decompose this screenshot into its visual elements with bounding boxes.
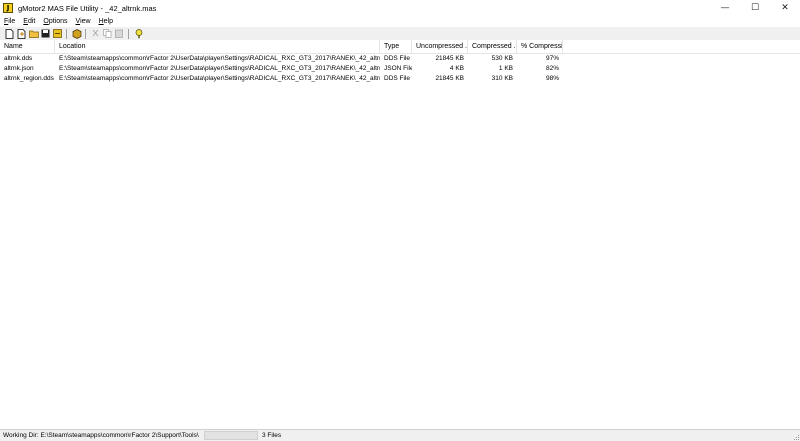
status-working-dir: Working Dir: E:\Steam\steamapps\common\r… <box>3 432 199 439</box>
cell-name: altrnk_region.dds <box>4 75 54 82</box>
cut-button[interactable] <box>90 28 101 39</box>
save-button[interactable] <box>40 28 51 39</box>
status-progress-pane <box>204 431 258 440</box>
cell-location: E:\Steam\steamapps\common\rFactor 2\User… <box>59 55 380 62</box>
paste-button[interactable] <box>114 28 125 39</box>
cell-uncompressed: 4 KB <box>449 65 464 72</box>
minimize-button[interactable]: — <box>710 0 740 16</box>
toolbar-separator <box>85 28 86 39</box>
cell-compression: 98% <box>545 75 559 82</box>
paste-icon <box>115 29 123 38</box>
toolbar-separator <box>128 28 129 39</box>
menu-view-label: View <box>75 18 91 25</box>
close-icon: ✕ <box>781 3 789 13</box>
cell-location: E:\Steam\steamapps\common\rFactor 2\User… <box>59 75 380 82</box>
cell-type: JSON File <box>384 65 412 72</box>
new-file-icon <box>5 28 14 39</box>
toolbar <box>0 27 800 41</box>
help-icon <box>135 28 142 38</box>
file-list[interactable]: Name Location Type Uncompressed ... Comp… <box>0 40 800 429</box>
cell-name: altrnk.json <box>4 65 34 72</box>
menu-options-label: Options <box>43 18 68 25</box>
menu-options[interactable]: Options <box>39 18 71 25</box>
copy-button[interactable] <box>102 28 113 39</box>
open-button[interactable] <box>28 28 39 39</box>
cell-compression: 82% <box>545 65 559 72</box>
column-header-type[interactable]: Type <box>380 40 412 53</box>
menu-help-label: Help <box>98 18 113 25</box>
menu-file-label: File <box>4 18 16 25</box>
cell-uncompressed: 21845 KB <box>435 75 464 82</box>
cell-uncompressed: 21845 KB <box>435 55 464 62</box>
cell-type: DDS File <box>384 75 411 82</box>
toolbar-separator <box>66 28 67 39</box>
menu-view[interactable]: View <box>72 18 95 25</box>
menu-file[interactable]: File <box>0 18 19 25</box>
maximize-icon: ☐ <box>750 3 760 13</box>
cell-compression: 97% <box>545 55 559 62</box>
status-bar: Working Dir: E:\Steam\steamapps\common\r… <box>0 429 800 441</box>
status-file-count: 3 Files <box>262 432 282 439</box>
table-row[interactable]: altrnk_region.dds E:\Steam\steamapps\com… <box>0 74 800 84</box>
table-row[interactable]: altrnk.json E:\Steam\steamapps\common\rF… <box>0 64 800 74</box>
title-bar[interactable]: J gMotor2 MAS File Utility - _42_altrnk.… <box>0 0 800 16</box>
cell-type: DDS File <box>384 55 411 62</box>
menu-bar: File Edit Options View Help <box>0 16 800 27</box>
add-file-button[interactable] <box>16 28 27 39</box>
app-icon: J <box>3 3 13 13</box>
cell-compressed: 530 KB <box>491 55 513 62</box>
column-header-location[interactable]: Location <box>55 40 380 53</box>
save-icon <box>41 29 50 38</box>
open-folder-icon <box>28 30 39 38</box>
column-header-uncompressed[interactable]: Uncompressed ... <box>412 40 468 53</box>
pack-button[interactable] <box>71 28 82 39</box>
extract-button[interactable] <box>52 28 63 39</box>
new-file-button[interactable] <box>4 28 15 39</box>
menu-help[interactable]: Help <box>95 18 117 25</box>
column-header-compression[interactable]: % Compressi... <box>517 40 563 53</box>
add-file-icon <box>17 28 26 39</box>
cell-location: E:\Steam\steamapps\common\rFactor 2\User… <box>59 65 380 72</box>
copy-icon <box>103 29 112 38</box>
cell-name: altrnk.dds <box>4 55 33 62</box>
minimize-icon: — <box>720 3 730 13</box>
maximize-button[interactable]: ☐ <box>740 0 770 16</box>
menu-edit-label: Edit <box>23 18 36 25</box>
window-title: gMotor2 MAS File Utility - _42_altrnk.ma… <box>18 3 157 13</box>
cell-compressed: 1 KB <box>498 65 513 72</box>
extract-icon <box>53 29 62 38</box>
cut-icon <box>92 29 99 37</box>
cell-compressed: 310 KB <box>491 75 513 82</box>
pack-icon <box>72 28 81 39</box>
menu-edit[interactable]: Edit <box>19 18 39 25</box>
column-header-compressed[interactable]: Compressed ... <box>468 40 517 53</box>
help-button[interactable] <box>133 28 144 39</box>
column-headers: Name Location Type Uncompressed ... Comp… <box>0 40 800 54</box>
table-row[interactable]: altrnk.dds E:\Steam\steamapps\common\rFa… <box>0 54 800 64</box>
column-header-name[interactable]: Name <box>0 40 55 53</box>
close-button[interactable]: ✕ <box>770 0 800 16</box>
